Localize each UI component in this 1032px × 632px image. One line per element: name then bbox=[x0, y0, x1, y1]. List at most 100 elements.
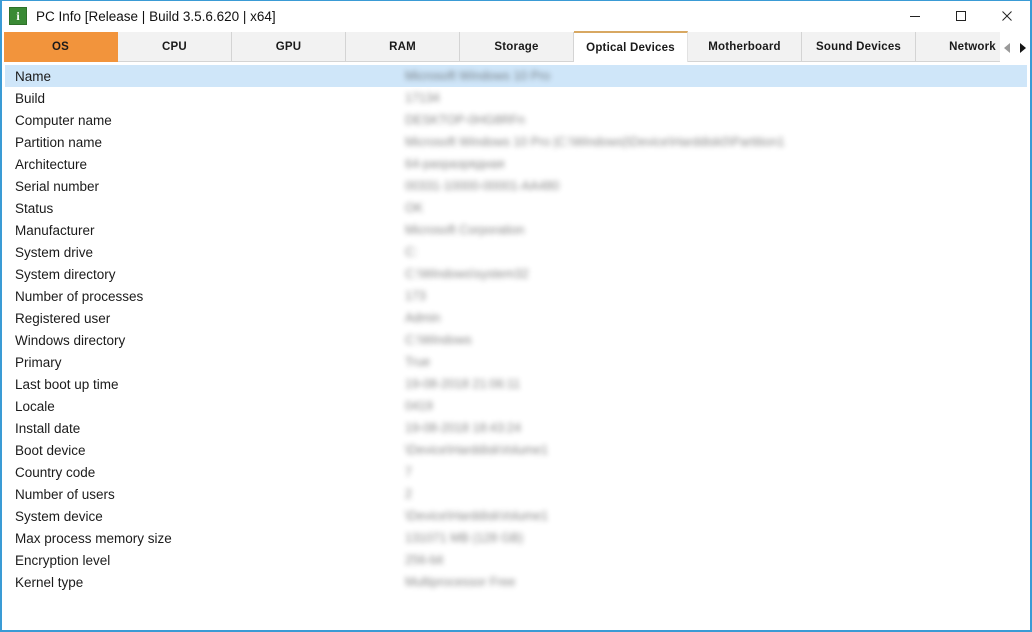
row-label: Number of processes bbox=[15, 288, 144, 304]
tab-label: Storage bbox=[494, 40, 539, 53]
tab-label: OS bbox=[51, 40, 69, 53]
row-value: 131071 MB (128 GB) bbox=[405, 531, 524, 545]
row-label: System directory bbox=[15, 266, 116, 282]
row-label: Registered user bbox=[15, 310, 111, 326]
row-label: Kernel type bbox=[15, 574, 84, 590]
tab-scrollport: OS CPU GPU RAM Storage Optical Devices M… bbox=[4, 31, 1000, 63]
table-row[interactable]: Number of users 2 bbox=[5, 483, 1027, 505]
row-label: Install date bbox=[15, 420, 81, 436]
title-bar-left: i PC Info [Release | Build 3.5.6.620 | x… bbox=[2, 7, 892, 25]
table-row[interactable]: System device \Device\HarddiskVolume1 bbox=[5, 505, 1027, 527]
scroll-right-icon[interactable] bbox=[1015, 32, 1030, 63]
row-value: Microsoft Windows 10 Pro |C:\Windows|\De… bbox=[405, 135, 785, 149]
maximize-button[interactable] bbox=[938, 1, 984, 31]
row-label: Encryption level bbox=[15, 552, 111, 568]
tab-label: Motherboard bbox=[708, 40, 781, 53]
row-value: True bbox=[405, 355, 431, 369]
row-value: 00331-10000-00001-AA480 bbox=[405, 179, 560, 193]
row-value: OK bbox=[405, 201, 424, 215]
tab-optical-devices[interactable]: Optical Devices bbox=[574, 31, 688, 62]
row-label: Name bbox=[15, 68, 52, 84]
tab-scroll-controls bbox=[1000, 32, 1030, 63]
row-label: Computer name bbox=[15, 112, 112, 128]
row-label: Build bbox=[15, 90, 46, 106]
window-controls bbox=[892, 1, 1030, 31]
row-label: Boot device bbox=[15, 442, 86, 458]
row-value: Microsoft Corporation bbox=[405, 223, 525, 237]
row-value: Microsoft Windows 10 Pro bbox=[405, 69, 551, 83]
row-label: Manufacturer bbox=[15, 222, 95, 238]
tab-label: GPU bbox=[275, 40, 302, 53]
tab-motherboard[interactable]: Motherboard bbox=[688, 32, 802, 62]
pc-info-window: i PC Info [Release | Build 3.5.6.620 | x… bbox=[0, 0, 1032, 632]
row-value: C:\Windows\system32 bbox=[405, 267, 529, 281]
table-row[interactable]: Serial number 00331-10000-00001-AA480 bbox=[5, 175, 1027, 197]
tab-ram[interactable]: RAM bbox=[346, 32, 460, 62]
os-info-list[interactable]: Name Microsoft Windows 10 Pro Build 1713… bbox=[2, 63, 1030, 629]
row-label: Windows directory bbox=[15, 332, 126, 348]
tab-label: Sound Devices bbox=[815, 40, 902, 53]
table-row[interactable]: Locale 0419 bbox=[5, 395, 1027, 417]
table-row[interactable]: System drive C: bbox=[5, 241, 1027, 263]
row-value: DESKTOP-0HG8RFn bbox=[405, 113, 525, 127]
table-row[interactable]: Boot device \Device\HarddiskVolume1 bbox=[5, 439, 1027, 461]
row-label: Last boot up time bbox=[15, 376, 119, 392]
table-row[interactable]: Computer name DESKTOP-0HG8RFn bbox=[5, 109, 1027, 131]
row-value: Admin bbox=[405, 311, 441, 325]
table-row[interactable]: Country code 7 bbox=[5, 461, 1027, 483]
table-row[interactable]: Primary True bbox=[5, 351, 1027, 373]
row-value: 7 bbox=[405, 465, 412, 479]
row-value: 17134 bbox=[405, 91, 440, 105]
table-row[interactable]: Build 17134 bbox=[5, 87, 1027, 109]
table-row[interactable]: Install date 19-08-2018 18:43:24 bbox=[5, 417, 1027, 439]
row-value: 173 bbox=[405, 289, 426, 303]
row-label: Partition name bbox=[15, 134, 103, 150]
window-title: PC Info [Release | Build 3.5.6.620 | x64… bbox=[36, 8, 276, 24]
info-icon: i bbox=[9, 7, 27, 25]
table-row[interactable]: Max process memory size 131071 MB (128 G… bbox=[5, 527, 1027, 549]
row-value: Multiprocessor Free bbox=[405, 575, 516, 589]
row-label: Locale bbox=[15, 398, 55, 414]
table-row[interactable]: Encryption level 256-bit bbox=[5, 549, 1027, 571]
scroll-left-icon[interactable] bbox=[1000, 32, 1015, 63]
row-value: \Device\HarddiskVolume1 bbox=[405, 509, 549, 523]
tab-label: Optical Devices bbox=[586, 41, 675, 54]
row-value: C: bbox=[405, 245, 418, 259]
row-value: 2 bbox=[405, 487, 412, 501]
row-label: Country code bbox=[15, 464, 96, 480]
close-button[interactable] bbox=[984, 1, 1030, 31]
tab-sound-devices[interactable]: Sound Devices bbox=[802, 32, 916, 62]
table-row[interactable]: Architecture 64-paspaзрядная bbox=[5, 153, 1027, 175]
tab-cpu[interactable]: CPU bbox=[118, 32, 232, 62]
row-label: Number of users bbox=[15, 486, 115, 502]
tab-label: Network bbox=[949, 40, 996, 53]
table-row[interactable]: Kernel type Multiprocessor Free bbox=[5, 571, 1027, 593]
table-row[interactable]: Manufacturer Microsoft Corporation bbox=[5, 219, 1027, 241]
row-label: Status bbox=[15, 200, 54, 216]
row-value: \Device\HarddiskVolume1 bbox=[405, 443, 549, 457]
table-row[interactable]: Status OK bbox=[5, 197, 1027, 219]
row-label: System device bbox=[15, 508, 103, 524]
tab-network[interactable]: Network bbox=[916, 32, 1000, 62]
row-value: C:\Windows bbox=[405, 333, 472, 347]
row-label: Max process memory size bbox=[15, 530, 172, 546]
row-value: 0419 bbox=[405, 399, 433, 413]
table-row[interactable]: System directory C:\Windows\system32 bbox=[5, 263, 1027, 285]
minimize-button[interactable] bbox=[892, 1, 938, 31]
table-row[interactable]: Registered user Admin bbox=[5, 307, 1027, 329]
table-row[interactable]: Name Microsoft Windows 10 Pro bbox=[5, 65, 1027, 87]
tab-label: CPU bbox=[162, 40, 187, 53]
row-value: 64-paspaзрядная bbox=[405, 157, 505, 171]
row-label: Architecture bbox=[15, 156, 88, 172]
row-value: 19-08-2018 21:06:11 bbox=[405, 377, 521, 391]
tab-label: RAM bbox=[389, 40, 416, 53]
table-row[interactable]: Partition name Microsoft Windows 10 Pro … bbox=[5, 131, 1027, 153]
table-row[interactable]: Windows directory C:\Windows bbox=[5, 329, 1027, 351]
tab-os[interactable]: OS bbox=[4, 32, 118, 62]
row-label: System drive bbox=[15, 244, 94, 260]
table-row[interactable]: Number of processes 173 bbox=[5, 285, 1027, 307]
tab-strip: OS CPU GPU RAM Storage Optical Devices M… bbox=[2, 31, 1030, 63]
tab-gpu[interactable]: GPU bbox=[232, 32, 346, 62]
tab-storage[interactable]: Storage bbox=[460, 32, 574, 62]
table-row[interactable]: Last boot up time 19-08-2018 21:06:11 bbox=[5, 373, 1027, 395]
